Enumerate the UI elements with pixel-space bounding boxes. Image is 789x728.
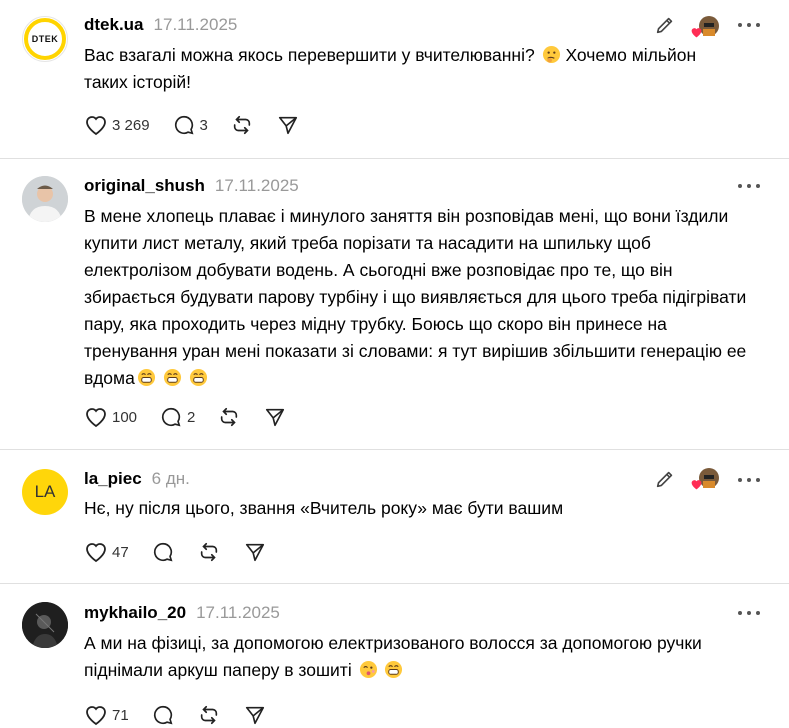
author-liked-badge (690, 16, 720, 38)
repost-icon (233, 115, 251, 135)
share-button[interactable] (243, 704, 267, 726)
post-text: А ми на фізиці, за допомогою електризова… (84, 630, 764, 684)
reply-count: 3 (199, 116, 208, 134)
post-text-main: В мене хлопець плаває і минулого заняття… (84, 206, 752, 388)
reply-button[interactable] (151, 541, 175, 563)
avatar-photo (22, 602, 68, 648)
heart-icon (86, 408, 106, 428)
repost-icon (200, 542, 217, 562)
more-icon[interactable] (738, 608, 760, 618)
reply-button[interactable] (151, 704, 175, 726)
comment-icon (153, 705, 173, 725)
send-icon (266, 408, 285, 427)
post-date[interactable]: 6 дн. (152, 469, 190, 489)
send-icon (278, 116, 297, 135)
reply-button[interactable]: 3 (172, 114, 208, 136)
avatar-logo-text: DTEK (31, 34, 59, 44)
repost-button[interactable] (230, 114, 254, 136)
reply-button[interactable]: 2 (159, 406, 195, 428)
like-button[interactable]: 71 (84, 704, 129, 726)
post-actions: 47 (84, 541, 289, 563)
avatar-initials: LA (34, 482, 56, 501)
post-actions: 3 269 3 (84, 114, 322, 136)
repost-icon (221, 407, 238, 427)
reply-count: 2 (187, 408, 196, 426)
author-liked-badge (690, 468, 720, 490)
like-count: 71 (112, 706, 129, 724)
like-button[interactable]: 100 (84, 406, 137, 428)
avatar-logo: DTEK (24, 18, 66, 60)
grin-emoji-icon (163, 368, 181, 387)
like-count: 47 (112, 543, 129, 561)
grin-emoji-icon (189, 368, 207, 387)
post-header: dtek.ua 17.11.2025 (84, 15, 237, 35)
like-count: 100 (112, 408, 138, 426)
comment-icon (153, 542, 173, 562)
username[interactable]: original_shush (84, 176, 205, 196)
post-text: Нє, ну після цього, звання «Вчитель року… (84, 495, 764, 522)
post-mykhailo-20: mykhailo_20 17.11.2025 А ми на фізиці, з… (0, 584, 789, 728)
post-date[interactable]: 17.11.2025 (215, 176, 299, 196)
repost-button[interactable] (197, 541, 221, 563)
post-date[interactable]: 17.11.2025 (196, 603, 280, 623)
username[interactable]: dtek.ua (84, 15, 144, 35)
avatar[interactable] (22, 176, 68, 222)
more-icon[interactable] (738, 181, 760, 191)
post-text: В мене хлопець плаває і минулого заняття… (84, 203, 759, 392)
avatar[interactable]: DTEK (22, 16, 68, 62)
heart-badge-icon (691, 28, 702, 38)
avatar[interactable] (22, 602, 68, 648)
avatar-photo (22, 176, 68, 222)
more-icon[interactable] (738, 475, 760, 485)
post-text-main: Нє, ну після цього, звання «Вчитель року… (84, 498, 564, 518)
heart-icon (86, 543, 106, 563)
kiss-emoji-icon (359, 660, 377, 679)
post-la-piec: LA la_piec 6 дн. Нє, ну після цього, зва… (0, 450, 789, 583)
heart-badge-icon (691, 480, 702, 490)
post-text-main: Вас взагалі можна якось перевершити у вч… (84, 45, 535, 65)
username[interactable]: la_piec (84, 469, 142, 489)
comment-icon (162, 407, 181, 427)
like-button[interactable]: 47 (84, 541, 129, 563)
repost-button[interactable] (217, 406, 241, 428)
username[interactable]: mykhailo_20 (84, 603, 186, 623)
post-text: Вас взагалі можна якось перевершити у вч… (84, 42, 764, 96)
send-icon (245, 706, 264, 725)
share-button[interactable] (263, 406, 287, 428)
heart-icon (86, 706, 106, 726)
share-button[interactable] (276, 114, 300, 136)
send-icon (245, 543, 264, 562)
grin-emoji-icon (137, 368, 155, 387)
like-count: 3 269 (112, 116, 150, 134)
repost-icon (200, 705, 217, 725)
post-actions: 71 (84, 704, 289, 726)
post-original-shush: original_shush 17.11.2025 В мене хлопець… (0, 159, 789, 449)
like-button[interactable]: 3 269 (84, 114, 150, 136)
repost-button[interactable] (197, 704, 221, 726)
grin-emoji-icon (385, 660, 403, 679)
pencil-icon[interactable] (654, 468, 676, 490)
share-button[interactable] (243, 541, 267, 563)
post-actions: 100 2 (84, 406, 309, 428)
post-date[interactable]: 17.11.2025 (154, 15, 238, 35)
pencil-icon[interactable] (654, 14, 676, 36)
post-header: mykhailo_20 17.11.2025 (84, 603, 280, 623)
post-header: original_shush 17.11.2025 (84, 176, 299, 196)
heart-icon (86, 116, 106, 136)
avatar[interactable]: LA (22, 469, 68, 515)
more-icon[interactable] (738, 20, 760, 30)
thinking-emoji-icon (542, 45, 560, 64)
post-dtek: DTEK dtek.ua 17.11.2025 Вас взагалі можн… (0, 0, 789, 158)
comment-icon (174, 115, 194, 135)
post-header: la_piec 6 дн. (84, 469, 190, 489)
